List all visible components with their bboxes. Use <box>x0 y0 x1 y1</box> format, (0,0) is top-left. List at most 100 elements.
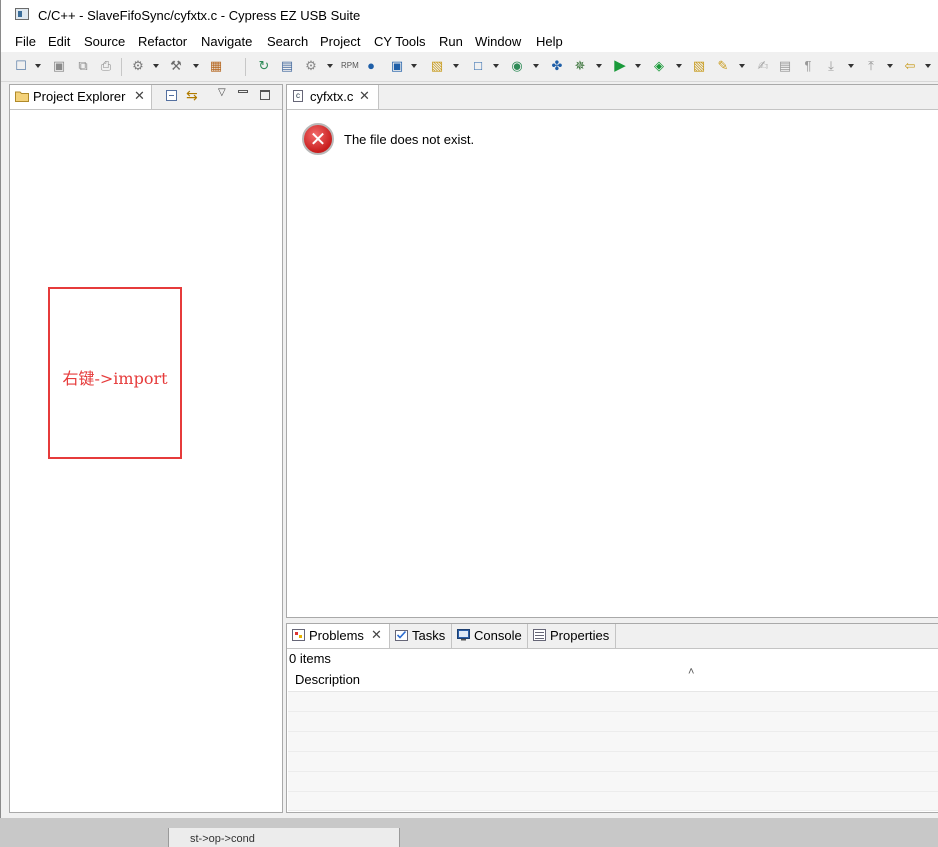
tab-properties-label: Properties <box>550 628 610 643</box>
prev-annotation-icon[interactable]: ⤒ <box>863 58 879 74</box>
run-external-dropdown-arrow[interactable] <box>676 64 682 68</box>
table-row <box>288 732 938 752</box>
back-dropdown-arrow[interactable] <box>925 64 931 68</box>
new-file-icon[interactable]: □ <box>470 58 486 74</box>
tab-tasks-label: Tasks <box>412 628 446 643</box>
open-task-icon[interactable]: ✎ <box>715 58 731 74</box>
project-explorer-tab-label: Project Explorer <box>33 89 126 104</box>
toolbar-separator <box>245 58 246 76</box>
window-title: C/C++ - SlaveFifoSync/cyfxtx.c - Cypress… <box>38 8 361 23</box>
save-icon[interactable]: ▣ <box>51 58 67 74</box>
project-explorer-view[interactable]: Project Explorer ✕ ⇆ ▽ 右键->import <box>9 84 283 813</box>
settings-icon[interactable]: ⚙ <box>303 58 319 74</box>
next-annotation-dropdown-arrow[interactable] <box>848 64 854 68</box>
menu-run[interactable]: Run <box>439 34 463 49</box>
editor-tab-label: cyfxtx.c <box>310 89 354 104</box>
next-annotation-icon[interactable]: ⤓ <box>823 58 839 74</box>
browser-icon[interactable]: ● <box>363 58 379 74</box>
app-window: C/C++ - SlaveFifoSync/cyfxtx.c - Cypress… <box>0 0 938 818</box>
menu-navigate[interactable]: Navigate <box>201 34 252 49</box>
tab-properties[interactable]: Properties <box>528 624 616 648</box>
toggle-icon[interactable]: ▤ <box>777 58 793 74</box>
menu-help[interactable]: Help <box>536 34 563 49</box>
tab-console-label: Console <box>474 628 522 643</box>
close-icon[interactable]: ✕ <box>134 88 145 104</box>
build-dropdown-arrow[interactable] <box>193 64 199 68</box>
new-target-icon[interactable]: ◉ <box>509 58 525 74</box>
background-code-snippet: st->op->cond <box>190 833 255 845</box>
sort-ascending-icon: ˄ <box>688 666 695 678</box>
menu-bar: File Edit Source Refactor Navigate Searc… <box>1 30 938 52</box>
title-bar[interactable]: C/C++ - SlaveFifoSync/cyfxtx.c - Cypress… <box>1 0 938 30</box>
bottom-tabbar: Problems ✕ Tasks Console Properties <box>287 624 938 649</box>
error-icon: ✕ <box>302 123 334 155</box>
new-project-dropdown-arrow[interactable] <box>411 64 417 68</box>
menu-search[interactable]: Search <box>267 34 308 49</box>
new-target-dropdown-arrow[interactable] <box>533 64 539 68</box>
bug-icon[interactable]: ✵ <box>572 58 588 74</box>
console-icon <box>457 629 470 641</box>
tab-tasks[interactable]: Tasks <box>390 624 452 648</box>
folder-icon <box>15 91 29 102</box>
print-icon[interactable]: ⎙ <box>98 58 114 74</box>
error-message: The file does not exist. <box>344 132 475 147</box>
build-icon[interactable]: ⚒ <box>168 58 184 74</box>
new-dropdown-arrow[interactable] <box>35 64 41 68</box>
properties-icon <box>533 629 546 641</box>
tab-cyfxtx-c[interactable]: c cyfxtx.c ✕ <box>287 85 379 109</box>
open-type-icon[interactable]: ▧ <box>691 58 707 74</box>
tab-project-explorer[interactable]: Project Explorer ✕ <box>10 85 152 109</box>
problems-view[interactable]: Problems ✕ Tasks Console Properties 0 it… <box>286 623 938 813</box>
paragraph-icon[interactable]: ¶ <box>800 58 816 74</box>
problems-icon <box>292 629 305 641</box>
menu-window[interactable]: Window <box>475 34 521 49</box>
run-dropdown-arrow[interactable] <box>635 64 641 68</box>
annotation-box: 右键->import <box>48 287 182 459</box>
editor-area[interactable]: c cyfxtx.c ✕ ✕ The file does not exist. <box>286 84 938 618</box>
tasks-icon <box>395 630 408 641</box>
build-config-icon[interactable]: ⚙ <box>130 58 146 74</box>
menu-cy-tools[interactable]: CY Tools <box>374 34 426 49</box>
close-icon[interactable]: ✕ <box>371 627 382 643</box>
new-project-icon[interactable]: ▣ <box>389 58 405 74</box>
prev-annotation-dropdown-arrow[interactable] <box>887 64 893 68</box>
menu-refactor[interactable]: Refactor <box>138 34 187 49</box>
refresh-icon[interactable]: ↻ <box>256 58 272 74</box>
pin-icon[interactable]: ✤ <box>549 58 565 74</box>
table-row <box>288 792 938 811</box>
menu-edit[interactable]: Edit <box>48 34 70 49</box>
debug-config-icon[interactable]: ▦ <box>208 58 224 74</box>
maximize-icon[interactable] <box>260 90 270 100</box>
new-folder-icon[interactable]: ▧ <box>429 58 445 74</box>
menu-source[interactable]: Source <box>84 34 125 49</box>
close-icon[interactable]: ✕ <box>359 88 370 104</box>
tab-problems[interactable]: Problems ✕ <box>287 624 390 648</box>
menu-project[interactable]: Project <box>320 34 360 49</box>
minimize-icon[interactable] <box>238 90 248 93</box>
table-row <box>288 752 938 772</box>
run-external-icon[interactable]: ◈ <box>651 58 667 74</box>
table-row <box>288 692 938 712</box>
editor-tabbar: c cyfxtx.c ✕ <box>287 85 938 110</box>
view-menu-icon[interactable]: ▽ <box>218 87 226 98</box>
build-config-dropdown-arrow[interactable] <box>153 64 159 68</box>
tab-problems-label: Problems <box>309 628 364 643</box>
settings-dropdown-arrow[interactable] <box>327 64 333 68</box>
toolbar-separator <box>121 58 122 76</box>
rpm-icon[interactable]: RPM <box>341 58 359 74</box>
new-class-icon[interactable]: ▤ <box>279 58 295 74</box>
back-icon[interactable]: ⇦ <box>902 58 918 74</box>
new-file-dropdown-arrow[interactable] <box>493 64 499 68</box>
save-all-icon[interactable]: ⧉ <box>75 58 91 74</box>
new-folder-dropdown-arrow[interactable] <box>453 64 459 68</box>
link-with-editor-icon[interactable]: ⇆ <box>186 87 198 104</box>
run-icon[interactable]: ▶ <box>612 58 628 74</box>
new-icon[interactable]: ☐ <box>13 58 29 74</box>
open-task-dropdown-arrow[interactable] <box>739 64 745 68</box>
collapse-all-icon[interactable] <box>166 90 177 101</box>
pen-icon[interactable]: ✍ <box>755 58 771 74</box>
column-header-description[interactable]: Description ˄ <box>288 666 938 692</box>
menu-file[interactable]: File <box>15 34 36 49</box>
tab-console[interactable]: Console <box>452 624 528 648</box>
debug-dropdown-arrow[interactable] <box>596 64 602 68</box>
